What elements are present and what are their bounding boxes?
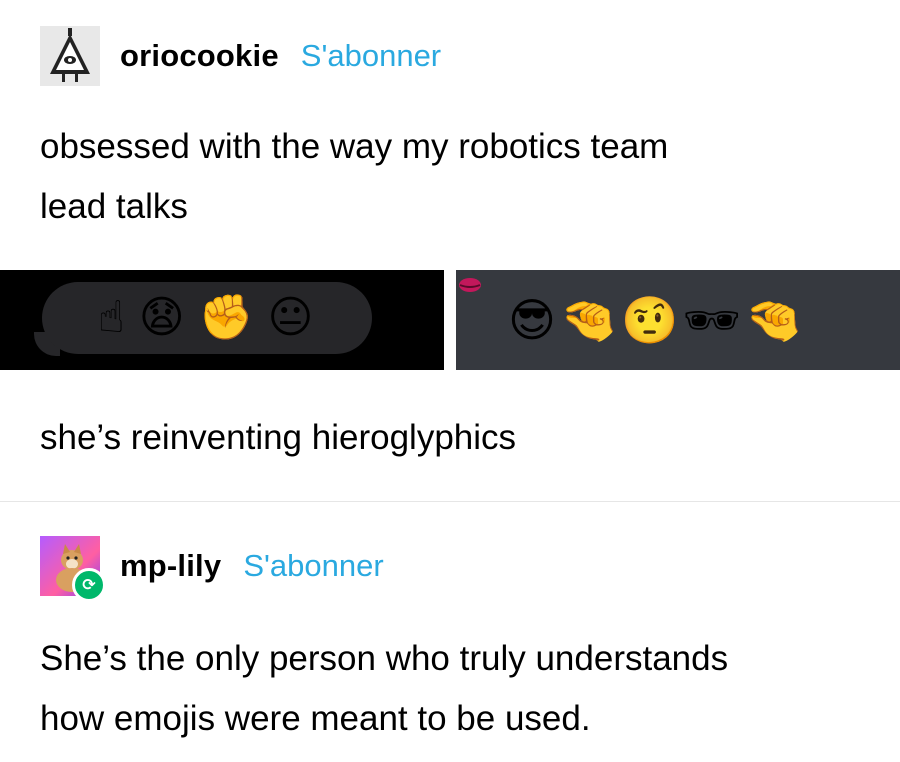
username[interactable]: mp-lily [120, 548, 221, 584]
pinching-hand-emoji: 🤏 [559, 294, 618, 346]
post-header-mp-lily: ⟳ mp-lily S'abonner [40, 536, 384, 602]
reblog-icon: ⟳ [72, 568, 106, 602]
post-header-oriocookie: oriocookie S'abonner [40, 26, 441, 86]
post-divider [0, 501, 900, 502]
post-text: obsessed with the way my robotics team l… [40, 117, 880, 237]
post-text-line: how emojis were meant to be used. [40, 699, 591, 738]
emoji-message-panel-right: 😎 🤏 🤨 🕶 🤏 [456, 270, 900, 370]
follow-button[interactable]: S'abonner [301, 38, 441, 74]
emoji-row: ☝ 😧 ✊ 😐 [98, 293, 327, 343]
avatar[interactable] [40, 26, 100, 86]
triangle-avatar-icon [40, 26, 100, 86]
lips-icon [459, 278, 481, 292]
raised-eyebrow-emoji: 🤨 [621, 294, 679, 346]
neutral-face-emoji: 😐 [267, 293, 314, 342]
post-text: She’s the only person who truly understa… [40, 629, 880, 749]
emoji-row: 😎 🤏 🤨 🕶 🤏 [508, 295, 806, 345]
sunglasses-emoji: 🕶 [682, 294, 741, 346]
point-up-emoji: ☝ [98, 293, 125, 342]
raised-fist-emoji: ✊ [198, 293, 254, 342]
follow-button[interactable]: S'abonner [243, 548, 383, 584]
post-text-line: obsessed with the way my robotics team [40, 127, 669, 166]
emoji-message-panel-left: ☝ 😧 ✊ 😐 [0, 270, 444, 370]
post-caption: she’s reinventing hieroglyphics [40, 408, 880, 468]
post-caption-line: she’s reinventing hieroglyphics [40, 418, 517, 457]
avatar[interactable]: ⟳ [40, 536, 106, 602]
post-text-line: lead talks [40, 187, 188, 226]
post-text-line: She’s the only person who truly understa… [40, 639, 729, 678]
sunglasses-face-emoji: 😎 [508, 294, 556, 346]
username[interactable]: oriocookie [120, 38, 279, 74]
anguished-face-emoji: 😧 [138, 293, 185, 342]
pinching-hand-emoji: 🤏 [744, 294, 803, 346]
